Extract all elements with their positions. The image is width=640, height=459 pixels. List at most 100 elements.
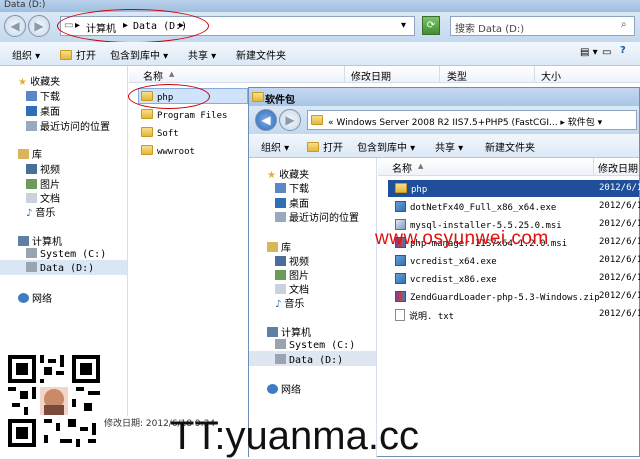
nav-system-c[interactable]: System (C:) — [275, 339, 355, 351]
inner-open-button[interactable]: 打开 — [307, 139, 343, 154]
network-icon — [267, 384, 278, 394]
preview-pane-icon[interactable]: ▭ — [602, 47, 611, 58]
nav-computer[interactable]: 计算机 — [18, 233, 62, 248]
refresh-icon: ⟳ — [426, 20, 436, 31]
help-icon[interactable]: ? — [620, 45, 626, 56]
nav-music[interactable]: ♪ 音乐 — [26, 204, 55, 219]
address-dropdown-icon[interactable]: ▾ — [401, 20, 406, 31]
organize-button[interactable]: 组织 ▾ — [12, 47, 40, 62]
nav-documents[interactable]: 文档 — [26, 190, 60, 205]
view-options-icon[interactable]: ▤ ▾ — [580, 47, 598, 58]
file-name: 说明. txt — [409, 312, 455, 322]
nav-data-d[interactable]: Data (D:) — [26, 262, 94, 274]
col-name[interactable]: 名称 — [143, 68, 163, 83]
nav-favorites[interactable]: ★ 收藏夹 — [18, 73, 60, 88]
col-type[interactable]: 类型 — [447, 68, 467, 83]
exe-icon — [395, 273, 406, 284]
nav-label: 视频 — [40, 165, 60, 176]
nav-network[interactable]: 网络 — [267, 381, 301, 396]
col-name[interactable]: 名称 — [392, 160, 412, 175]
nav-music[interactable]: ♪ 音乐 — [275, 295, 304, 310]
pictures-icon — [275, 270, 286, 280]
search-icon: ⌕ — [621, 19, 627, 30]
file-name: Program Files — [157, 111, 228, 121]
file-row-program-files[interactable]: Program Files — [141, 109, 227, 121]
col-modified[interactable]: 修改日期 — [351, 68, 391, 83]
nav-label: 音乐 — [35, 208, 56, 219]
nav-recent[interactable]: 最近访问的位置 — [26, 118, 110, 133]
share-button[interactable]: 共享 ▾ — [188, 47, 216, 62]
nav-data-d[interactable]: Data (D:) — [275, 354, 343, 366]
nav-downloads[interactable]: 下载 — [275, 180, 309, 195]
column-divider[interactable] — [534, 66, 535, 83]
file-row[interactable]: 说明. txt — [395, 309, 454, 322]
nav-documents[interactable]: 文档 — [275, 281, 309, 296]
file-name: wwwroot — [157, 147, 195, 157]
nav-libraries[interactable]: 库 — [18, 146, 42, 161]
inner-address-bar[interactable]: « Windows Server 2008 R2 IIS7.5+PHP5 (Fa… — [307, 110, 637, 130]
new-folder-button[interactable]: 新建文件夹 — [236, 47, 286, 62]
inner-address-path[interactable]: « Windows Server 2008 R2 IIS7.5+PHP5 (Fa… — [328, 115, 602, 128]
nav-favorites[interactable]: ★ 收藏夹 — [267, 166, 309, 181]
file-name: vcredist_x86.exe — [410, 275, 497, 285]
file-row[interactable]: ZendGuardLoader-php-5.3-Windows.zip — [395, 291, 600, 303]
nav-videos[interactable]: 视频 — [275, 253, 309, 268]
forward-button[interactable]: ▶ — [28, 15, 50, 37]
library-icon — [267, 242, 278, 252]
exe-icon — [395, 255, 406, 266]
column-divider[interactable] — [593, 158, 594, 175]
nav-label: 下载 — [40, 92, 60, 103]
network-icon — [18, 293, 29, 303]
file-row[interactable]: vcredist_x64.exe — [395, 255, 497, 267]
nav-label: 音乐 — [284, 299, 305, 310]
col-modified[interactable]: 修改日期 — [598, 160, 638, 175]
file-row-wwwroot[interactable]: wwwroot — [141, 145, 195, 157]
folder-icon — [141, 145, 153, 155]
nav-pictures[interactable]: 图片 — [26, 176, 60, 191]
pictures-icon — [26, 179, 37, 189]
nav-videos[interactable]: 视频 — [26, 161, 60, 176]
nav-pictures[interactable]: 图片 — [275, 267, 309, 282]
inner-share-button[interactable]: 共享 ▾ — [435, 139, 463, 154]
nav-downloads[interactable]: 下载 — [26, 88, 60, 103]
downloads-icon — [26, 91, 37, 101]
nav-computer[interactable]: 计算机 — [267, 324, 311, 339]
nav-label: 计算机 — [281, 328, 311, 339]
toolbar: 组织 ▾ 打开 包含到库中 ▾ 共享 ▾ 新建文件夹 ▤ ▾ ▭ ? — [0, 42, 640, 66]
include-in-library-button[interactable]: 包含到库中 ▾ — [110, 47, 168, 62]
drive-icon — [26, 262, 37, 272]
column-divider[interactable] — [439, 66, 440, 83]
open-button[interactable]: 打开 — [60, 47, 96, 62]
inner-include-button[interactable]: 包含到库中 ▾ — [357, 139, 415, 154]
nav-network[interactable]: 网络 — [18, 290, 52, 305]
file-row[interactable]: vcredist_x86.exe — [395, 273, 497, 285]
back-button[interactable]: ◀ — [4, 15, 26, 37]
drive-icon — [275, 354, 286, 364]
sort-arrow-icon: ▲ — [418, 162, 424, 170]
video-icon — [275, 256, 286, 266]
inner-forward-button[interactable]: ▶ — [279, 109, 301, 131]
file-date: 2012/6/15 — [599, 219, 640, 229]
column-divider[interactable] — [344, 66, 345, 83]
nav-label: Data (D:) — [40, 263, 95, 274]
file-row[interactable]: dotNetFx40_Full_x86_x64.exe — [395, 201, 556, 213]
recent-places-icon — [275, 212, 286, 222]
file-date: 2012/6/17 — [599, 237, 640, 247]
rar-icon — [395, 291, 406, 302]
nav-libraries[interactable]: 库 — [267, 239, 291, 254]
column-header: 名称 ▲ 修改日期 类型 大小 — [129, 66, 640, 83]
inner-organize-button[interactable]: 组织 ▾ — [261, 139, 289, 154]
search-input[interactable]: 搜索 Data (D:) ⌕ — [450, 16, 635, 36]
inner-back-button[interactable]: ◀ — [255, 109, 277, 131]
nav-system-c[interactable]: System (C:) — [26, 248, 106, 260]
nav-desktop[interactable]: 桌面 — [275, 195, 309, 210]
refresh-button[interactable]: ⟳ — [422, 16, 440, 35]
inner-new-folder-button[interactable]: 新建文件夹 — [485, 139, 535, 154]
file-row[interactable]: php — [395, 183, 427, 195]
nav-desktop[interactable]: 桌面 — [26, 103, 60, 118]
file-row-soft[interactable]: Soft — [141, 127, 179, 139]
nav-recent[interactable]: 最近访问的位置 — [275, 209, 359, 224]
computer-icon — [18, 236, 29, 246]
col-size[interactable]: 大小 — [541, 68, 561, 83]
annotation-circle-address — [57, 9, 209, 43]
